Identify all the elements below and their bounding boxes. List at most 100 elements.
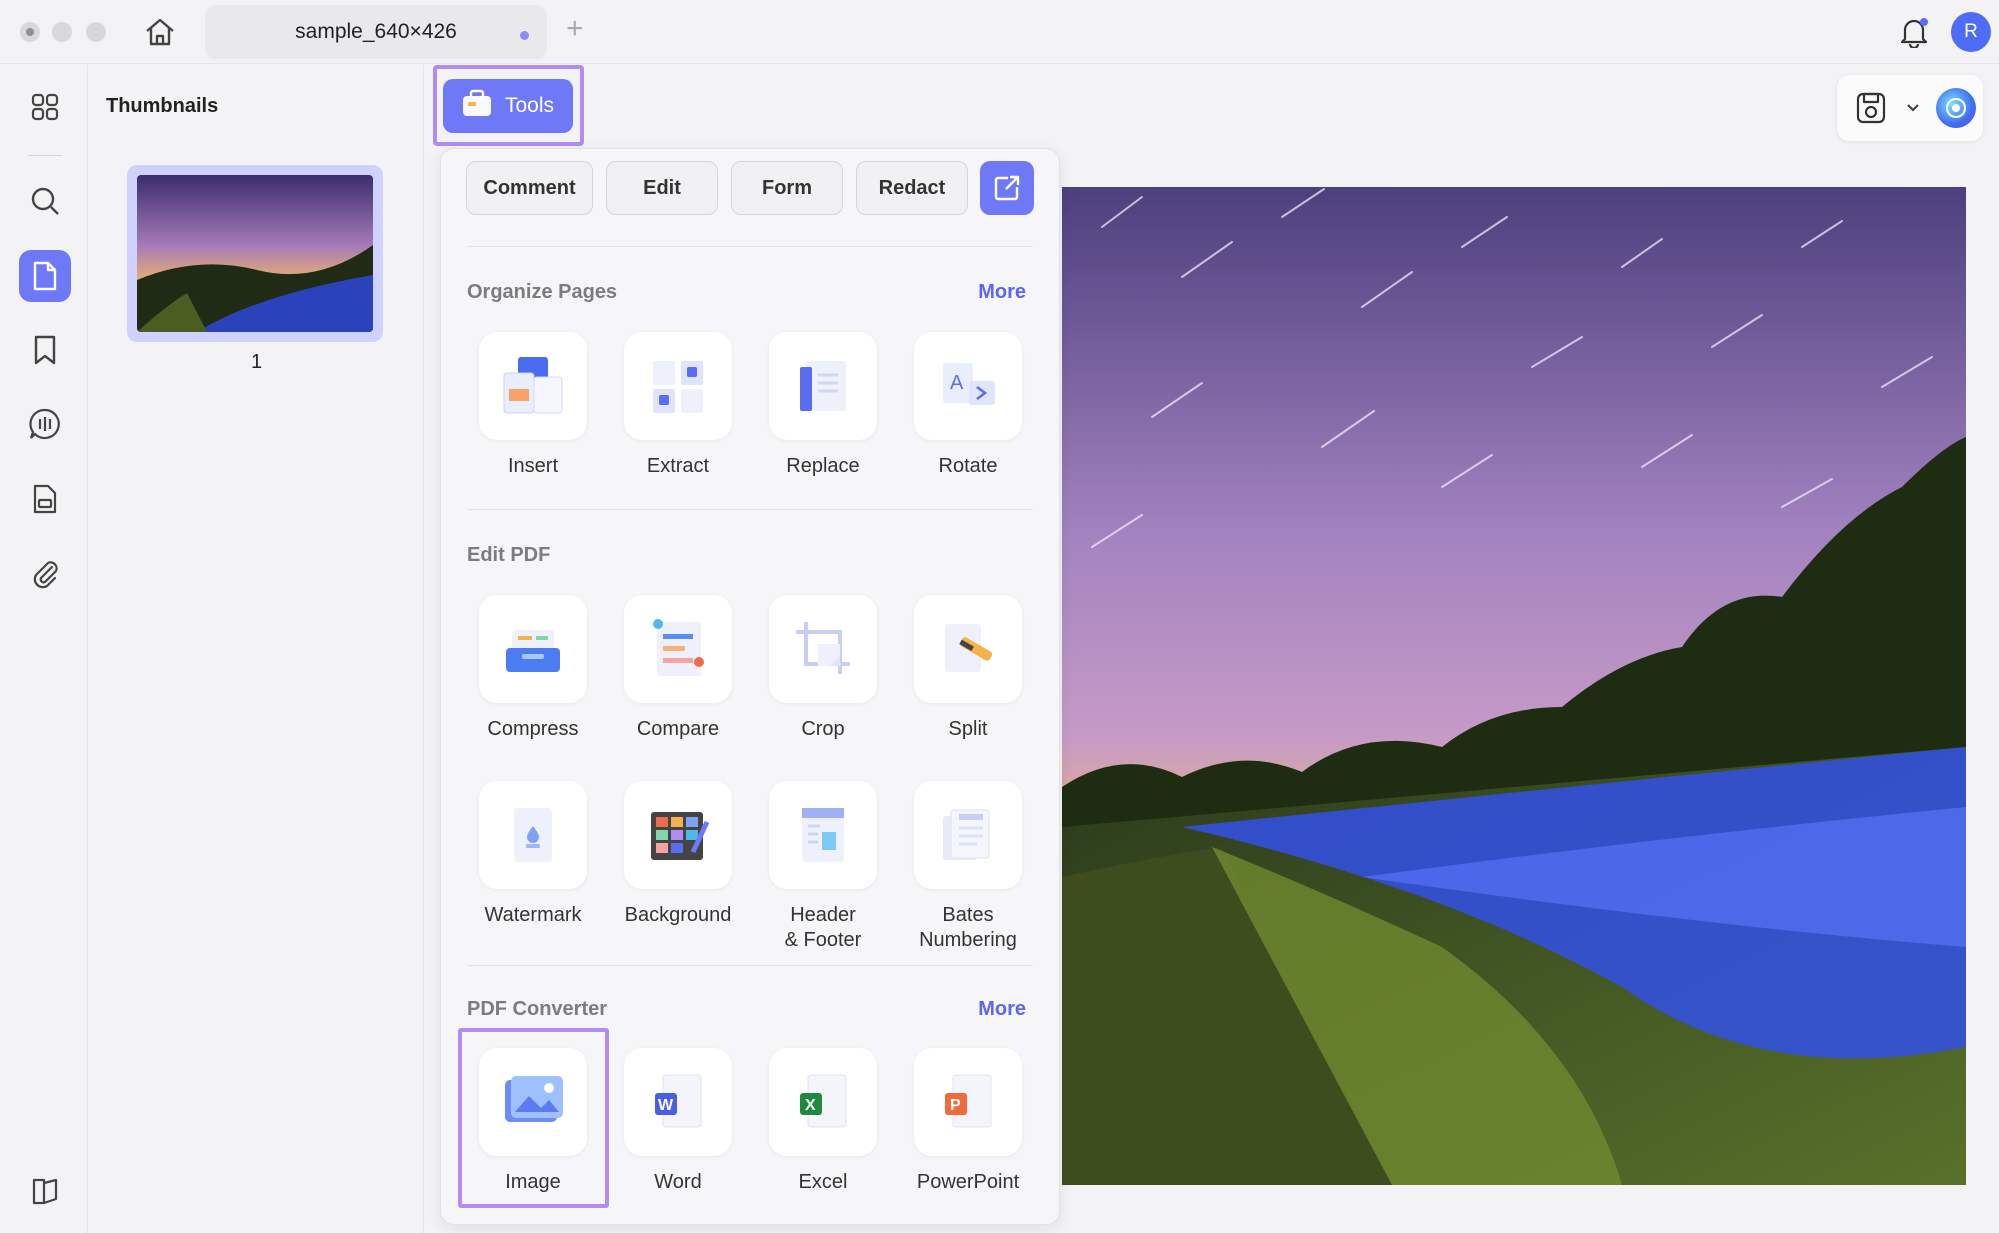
section-title-organize-pages: Organize Pages (467, 281, 618, 303)
mode-comment-button[interactable]: Comment (466, 161, 593, 215)
rail-divider (28, 155, 62, 156)
tool-compress[interactable]: Compress (473, 595, 593, 742)
organize-pages-more-link[interactable]: More (978, 281, 1026, 304)
tool-label: Compress (487, 718, 579, 740)
svg-text:X: X (805, 1097, 816, 1114)
tool-label: Excel (798, 1171, 848, 1193)
svg-text:P: P (950, 1097, 961, 1114)
extract-pages-icon (624, 332, 732, 440)
tool-split[interactable]: Split (908, 595, 1028, 742)
tool-background[interactable]: Background (618, 781, 738, 928)
chevron-down-icon[interactable] (1906, 101, 1920, 119)
replace-pages-icon (769, 332, 877, 440)
tool-convert-word[interactable]: W Word (618, 1048, 738, 1195)
compress-icon (479, 595, 587, 703)
notification-badge (1920, 18, 1928, 26)
separator (467, 509, 1033, 510)
tool-label: Bates Numbering (919, 904, 1017, 951)
tool-insert[interactable]: Insert (473, 332, 593, 479)
tool-convert-excel[interactable]: X Excel (763, 1048, 883, 1195)
minimize-window-button[interactable] (52, 22, 72, 42)
split-icon (914, 595, 1022, 703)
attachment-icon[interactable] (19, 547, 71, 599)
tool-label: Image (505, 1171, 561, 1193)
separator (467, 965, 1033, 966)
tool-label: PowerPoint (916, 1171, 1020, 1193)
background-icon (624, 781, 732, 889)
page-number-label: 1 (250, 351, 263, 373)
excel-icon: X (769, 1048, 877, 1156)
tool-convert-powerpoint[interactable]: P PowerPoint (908, 1048, 1028, 1195)
image-convert-icon (479, 1048, 587, 1156)
separator (467, 246, 1033, 247)
apps-icon[interactable] (19, 81, 71, 133)
section-title-pdf-converter: PDF Converter (467, 998, 608, 1020)
tool-extract[interactable]: Extract (618, 332, 738, 479)
mode-redact-button[interactable]: Redact (856, 161, 968, 215)
tool-label: Header & Footer (784, 904, 862, 951)
sidebar-toggle-icon[interactable] (19, 1165, 71, 1217)
tool-label: Compare (636, 718, 720, 740)
right-toolbar (1837, 75, 1983, 141)
unsaved-dot (520, 31, 529, 40)
bates-numbering-icon (914, 781, 1022, 889)
title-bar: sample_640×426 + R (0, 0, 1999, 64)
tool-rotate[interactable]: A Rotate (908, 332, 1028, 479)
new-tab-button[interactable]: + (566, 14, 584, 44)
pages-icon[interactable] (19, 250, 71, 302)
document-tab[interactable]: sample_640×426 (205, 5, 547, 59)
tool-label: Watermark (484, 904, 582, 926)
tool-header-footer[interactable]: Header & Footer (763, 781, 883, 953)
document-page[interactable] (1062, 187, 1966, 1187)
search-icon[interactable] (19, 175, 71, 227)
tool-watermark[interactable]: Watermark (473, 781, 593, 928)
ai-chat-icon[interactable] (19, 398, 71, 450)
zoom-window-button[interactable] (86, 22, 106, 42)
open-external-button[interactable] (980, 161, 1034, 215)
page-thumbnail-image (137, 175, 373, 332)
rotate-pages-icon: A (914, 332, 1022, 440)
tool-label: Split (948, 718, 988, 740)
notification-bell-icon[interactable] (1894, 12, 1934, 52)
document-tab-title: sample_640×426 (295, 20, 457, 43)
tool-convert-image[interactable]: Image (473, 1048, 593, 1195)
tool-crop[interactable]: Crop (763, 595, 883, 742)
user-avatar[interactable]: R (1951, 12, 1991, 52)
tool-label: Crop (801, 718, 845, 740)
insert-pages-icon (479, 332, 587, 440)
left-rail (0, 65, 88, 1233)
page-photo (1062, 187, 1966, 1187)
svg-text:A: A (950, 372, 964, 394)
tool-label: Extract (646, 455, 710, 477)
tools-button-label: Tools (505, 94, 555, 117)
save-icon[interactable] (1855, 91, 1887, 130)
tool-compare[interactable]: Compare (618, 595, 738, 742)
mode-form-button[interactable]: Form (731, 161, 843, 215)
pdf-converter-more-link[interactable]: More (978, 998, 1026, 1021)
tool-bates-numbering[interactable]: Bates Numbering (908, 781, 1028, 953)
tool-label: Word (654, 1171, 702, 1193)
tool-replace[interactable]: Replace (763, 332, 883, 479)
section-title-edit-pdf: Edit PDF (467, 544, 551, 566)
forms-icon[interactable] (19, 473, 71, 525)
ai-assistant-icon[interactable] (1936, 88, 1976, 128)
bookmark-icon[interactable] (19, 324, 71, 376)
close-window-button[interactable] (20, 22, 40, 42)
page-thumbnail[interactable] (127, 165, 383, 342)
crop-icon (769, 595, 877, 703)
powerpoint-icon: P (914, 1048, 1022, 1156)
svg-text:W: W (658, 1097, 674, 1114)
tool-label: Background (624, 904, 732, 926)
home-icon[interactable] (140, 12, 180, 52)
toolbox-icon (461, 88, 493, 124)
tool-label: Insert (507, 455, 559, 477)
header-footer-icon (769, 781, 877, 889)
watermark-icon (479, 781, 587, 889)
tools-panel: Comment Edit Form Redact Organize Pages … (440, 148, 1060, 1225)
mode-edit-button[interactable]: Edit (606, 161, 718, 215)
tools-button[interactable]: Tools (443, 79, 573, 133)
tool-label: Replace (786, 455, 860, 477)
word-icon: W (624, 1048, 732, 1156)
thumbnails-panel: Thumbnails 1 (89, 65, 424, 1233)
thumbnails-title: Thumbnails (106, 95, 219, 117)
